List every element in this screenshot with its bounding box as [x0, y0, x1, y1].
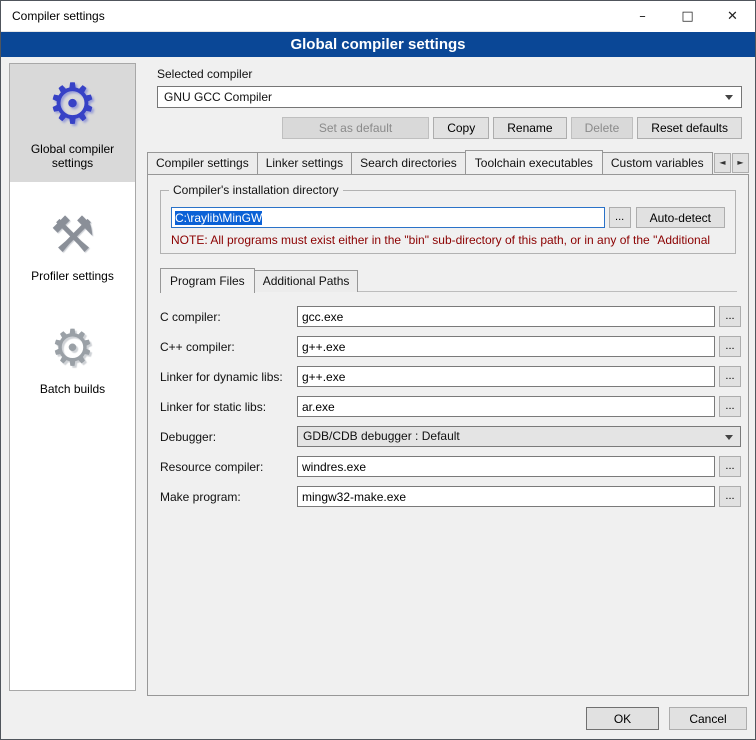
installation-directory-value: C:\raylib\MinGW	[175, 211, 262, 225]
settings-tabstrip: Compiler settings Linker settings Search…	[147, 150, 749, 174]
linker-static-browse-button[interactable]: ...	[719, 396, 741, 417]
tab-additional-paths[interactable]: Additional Paths	[254, 270, 359, 292]
tab-search-directories[interactable]: Search directories	[351, 152, 466, 174]
tab-build-options[interactable]: Buil	[712, 152, 713, 174]
c-compiler-browse-button[interactable]: ...	[719, 306, 741, 327]
toolchain-executables-panel: Compiler's installation directory C:\ray…	[147, 174, 749, 696]
chevron-down-icon	[725, 435, 733, 440]
browse-directory-button[interactable]: ...	[609, 207, 631, 228]
dialog-banner: Global compiler settings	[1, 32, 755, 57]
bin-subdirectory-note: NOTE: All programs must exist either in …	[171, 233, 725, 247]
make-program-browse-button[interactable]: ...	[719, 486, 741, 507]
minimize-icon[interactable]: –	[620, 1, 665, 32]
window-title: Compiler settings	[1, 9, 105, 23]
reset-defaults-button[interactable]: Reset defaults	[637, 117, 742, 139]
linker-dynamic-browse-button[interactable]: ...	[719, 366, 741, 387]
c-compiler-row: C compiler: ...	[160, 306, 741, 327]
installation-directory-group-title: Compiler's installation directory	[169, 183, 343, 197]
selected-compiler-value: GNU GCC Compiler	[164, 90, 272, 104]
installation-directory-groupbox: Compiler's installation directory C:\ray…	[160, 190, 736, 254]
installation-directory-input[interactable]: C:\raylib\MinGW	[171, 207, 605, 228]
title-bar: Compiler settings – □ ✕	[1, 1, 755, 32]
tab-scroll-buttons: ◄ ►	[714, 153, 749, 173]
chevron-down-icon	[725, 95, 733, 100]
selected-compiler-section: Selected compiler GNU GCC Compiler Set a…	[147, 63, 749, 139]
gears-icon: ⚙	[14, 321, 131, 376]
selected-compiler-label: Selected compiler	[157, 67, 742, 81]
linker-static-input[interactable]	[297, 396, 715, 417]
program-files-panel: C compiler: ... C++ compiler: ... Linker…	[148, 292, 748, 507]
tabs-row: Compiler settings Linker settings Search…	[147, 150, 713, 174]
resource-compiler-browse-button[interactable]: ...	[719, 456, 741, 477]
resource-compiler-input[interactable]	[297, 456, 715, 477]
close-icon[interactable]: ✕	[710, 1, 755, 32]
c-compiler-label: C compiler:	[160, 310, 297, 324]
tab-scroll-left-icon[interactable]: ◄	[714, 153, 731, 173]
debugger-row: Debugger: GDB/CDB debugger : Default	[160, 426, 741, 447]
sidebar-item-label: Profiler settings	[14, 269, 131, 283]
set-as-default-button[interactable]: Set as default	[282, 117, 429, 139]
main-panel: Selected compiler GNU GCC Compiler Set a…	[147, 63, 749, 696]
linker-dynamic-label: Linker for dynamic libs:	[160, 370, 297, 384]
make-program-input[interactable]	[297, 486, 715, 507]
make-program-label: Make program:	[160, 490, 297, 504]
sidebar-item-global-compiler-settings[interactable]: ⚙ Global compiler settings	[10, 64, 135, 182]
rename-button[interactable]: Rename	[493, 117, 566, 139]
debugger-dropdown[interactable]: GDB/CDB debugger : Default	[297, 426, 741, 447]
tab-compiler-settings[interactable]: Compiler settings	[147, 152, 258, 174]
tab-custom-variables[interactable]: Custom variables	[602, 152, 713, 174]
tab-scroll-right-icon[interactable]: ►	[732, 153, 749, 173]
cpp-compiler-browse-button[interactable]: ...	[719, 336, 741, 357]
cpp-compiler-row: C++ compiler: ...	[160, 336, 741, 357]
linker-static-row: Linker for static libs: ...	[160, 396, 741, 417]
sidebar-item-profiler-settings[interactable]: ⚒ Profiler settings	[10, 198, 135, 295]
resource-compiler-label: Resource compiler:	[160, 460, 297, 474]
sidebar-item-label: Global compiler settings	[14, 142, 131, 170]
tab-program-files[interactable]: Program Files	[160, 268, 255, 293]
linker-static-label: Linker for static libs:	[160, 400, 297, 414]
tab-linker-settings[interactable]: Linker settings	[257, 152, 352, 174]
make-program-row: Make program: ...	[160, 486, 741, 507]
dialog-content: ⚙ Global compiler settings ⚒ Profiler se…	[1, 58, 755, 739]
linker-dynamic-input[interactable]	[297, 366, 715, 387]
compiler-buttons-row: Set as default Copy Rename Delete Reset …	[157, 117, 742, 139]
delete-button[interactable]: Delete	[571, 117, 634, 139]
cpp-compiler-input[interactable]	[297, 336, 715, 357]
settings-sidebar: ⚙ Global compiler settings ⚒ Profiler se…	[9, 63, 136, 691]
c-compiler-input[interactable]	[297, 306, 715, 327]
copy-button[interactable]: Copy	[433, 117, 489, 139]
cancel-button[interactable]: Cancel	[669, 707, 747, 730]
ok-button[interactable]: OK	[586, 707, 659, 730]
auto-detect-button[interactable]: Auto-detect	[636, 207, 725, 228]
dialog-footer: OK Cancel	[586, 707, 747, 730]
maximize-icon[interactable]: □	[665, 1, 710, 32]
program-files-tabstrip: Program Files Additional Paths	[160, 268, 748, 292]
selected-compiler-dropdown[interactable]: GNU GCC Compiler	[157, 86, 742, 108]
hammer-icon: ⚒	[14, 208, 131, 263]
debugger-value: GDB/CDB debugger : Default	[303, 429, 460, 443]
gear-icon: ⚙	[14, 74, 131, 136]
installation-directory-row: C:\raylib\MinGW ... Auto-detect	[171, 207, 725, 228]
cpp-compiler-label: C++ compiler:	[160, 340, 297, 354]
sidebar-item-label: Batch builds	[14, 382, 131, 396]
linker-dynamic-row: Linker for dynamic libs: ...	[160, 366, 741, 387]
sidebar-item-batch-builds[interactable]: ⚙ Batch builds	[10, 311, 135, 408]
resource-compiler-row: Resource compiler: ...	[160, 456, 741, 477]
debugger-label: Debugger:	[160, 430, 297, 444]
tab-toolchain-executables[interactable]: Toolchain executables	[465, 150, 603, 174]
